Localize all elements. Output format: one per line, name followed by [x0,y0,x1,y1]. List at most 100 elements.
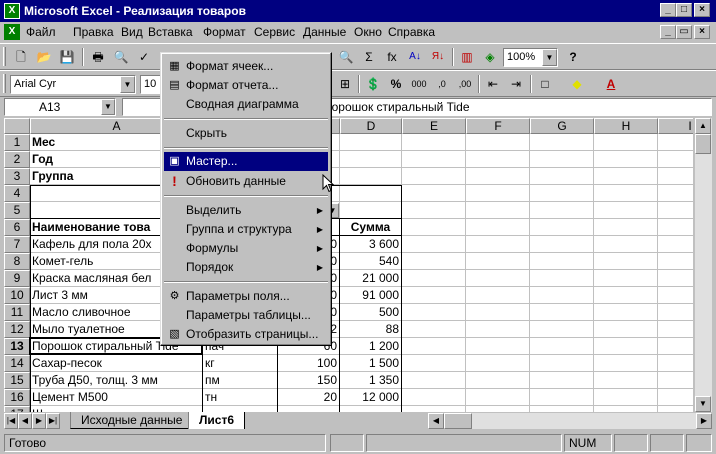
row-header-7[interactable]: 7 [4,236,30,253]
fill-color-icon[interactable]: ◆ [566,74,588,94]
menu-item-formulas[interactable]: Формулы ▶ [164,239,328,258]
chevron-down-icon[interactable]: ▼ [542,49,557,66]
hscroll-thumb[interactable] [444,413,472,429]
menu-item-pivot-chart[interactable]: Сводная диаграмма [164,95,328,114]
scroll-down-button[interactable]: ▼ [695,396,711,412]
menu-item-order[interactable]: Порядок ▶ [164,258,328,277]
row-header-13[interactable]: 13 [4,338,30,355]
sum-icon[interactable]: Σ [358,47,380,67]
scroll-right-button[interactable]: ▶ [696,413,712,429]
minimize-button[interactable]: _ [660,3,676,17]
menu-help[interactable]: Справка [388,25,435,39]
menu-item-group-outline[interactable]: Группа и структура ▶ [164,220,328,239]
menu-edit[interactable]: Правка [73,25,114,39]
vertical-scrollbar[interactable]: ▲ ▼ [695,118,712,412]
horizontal-scrollbar[interactable]: ◀ ▶ [428,413,712,429]
row-header-10[interactable]: 10 [4,287,30,304]
row-header-6[interactable]: 6 [4,219,30,236]
sheet-tab-list6[interactable]: Лист6 [188,412,246,429]
borders-icon[interactable]: □ [534,74,556,94]
prev-sheet-button[interactable]: ◀ [18,413,32,429]
maximize-button[interactable]: □ [676,3,692,17]
menu-item-refresh-data[interactable]: ! Обновить данные [164,172,328,191]
next-sheet-button[interactable]: ▶ [32,413,46,429]
spell-icon[interactable]: ✓ [133,47,155,67]
column-header-i[interactable]: I [658,118,693,134]
first-sheet-button[interactable]: |◀ [4,413,18,429]
column-header-g[interactable]: G [530,118,594,134]
currency-icon[interactable]: 💲 [362,74,384,94]
new-icon[interactable]: 🗋 [10,47,32,67]
decrease-decimal-icon[interactable]: ,00 [454,74,476,94]
font-combo[interactable]: Arial Cyr ▼ [10,75,136,94]
menu-file[interactable]: Файл [26,25,56,39]
row-header-1[interactable]: 1 [4,134,30,151]
workbook-icon[interactable]: X [4,24,20,40]
font-size-combo[interactable]: 10 [140,75,162,94]
close-button[interactable]: × [694,3,710,17]
row-header-8[interactable]: 8 [4,253,30,270]
chart-icon[interactable]: ▥ [456,47,478,67]
function-icon[interactable]: fx [381,47,403,67]
zoom-combo[interactable]: 100% ▼ [503,48,558,67]
row-header-5[interactable]: 5 [4,202,30,219]
doc-minimize-button[interactable]: _ [660,25,676,39]
thousands-icon[interactable]: 000 [408,74,430,94]
column-header-d[interactable]: D [340,118,402,134]
menu-insert[interactable]: Вставка [148,25,193,39]
menu-tools[interactable]: Сервис [254,25,295,39]
menu-item-table-options[interactable]: Параметры таблицы... [164,306,328,325]
sort-desc-icon[interactable]: Я↓ [427,47,449,67]
hyperlink-icon[interactable]: 🔍 [335,47,357,67]
column-header-h[interactable]: H [594,118,658,134]
row-header-9[interactable]: 9 [4,270,30,287]
sort-asc-icon[interactable]: A↓ [404,47,426,67]
help-icon[interactable]: ? [562,47,584,67]
menu-item-format-report[interactable]: ▤ Формат отчета... [164,76,328,95]
column-header-e[interactable]: E [402,118,466,134]
row-header-4[interactable]: 4 [4,185,30,202]
sheet-tab-source-data[interactable]: Исходные данные [70,412,194,429]
menu-data[interactable]: Данные [303,25,346,39]
menu-format[interactable]: Формат [203,25,246,39]
row-header-15[interactable]: 15 [4,372,30,389]
increase-decimal-icon[interactable]: ,0 [431,74,453,94]
menu-item-field-settings[interactable]: ⚙ Параметры поля... [164,287,328,306]
menu-item-wizard[interactable]: ▣ Мастер... [164,152,328,171]
doc-close-button[interactable]: × [694,25,710,39]
print-icon[interactable]: 🖶 [87,47,109,67]
menu-item-hide[interactable]: Скрыть [164,124,328,143]
toolbar-grip[interactable] [3,47,6,66]
row-header-2[interactable]: 2 [4,151,30,168]
font-color-icon[interactable]: A [600,74,622,94]
menu-item-format-cells[interactable]: ▦ Формат ячеек... [164,57,328,76]
save-icon[interactable]: 💾 [56,47,78,67]
scroll-thumb[interactable] [695,134,711,154]
last-sheet-button[interactable]: ▶| [46,413,60,429]
scroll-up-button[interactable]: ▲ [695,118,711,134]
menu-view[interactable]: Вид [121,25,143,39]
menu-item-show-pages[interactable]: ▧ Отобразить страницы... [164,325,328,344]
menu-item-select[interactable]: Выделить ▶ [164,201,328,220]
name-box[interactable]: A13 ▼ [4,98,116,116]
row-header-14[interactable]: 14 [4,355,30,372]
decrease-indent-icon[interactable]: ⇤ [482,74,504,94]
open-icon[interactable]: 📂 [33,47,55,67]
merge-center-icon[interactable]: ⊞ [334,74,356,94]
chevron-down-icon[interactable]: ▼ [120,76,135,93]
row-header-12[interactable]: 12 [4,321,30,338]
row-header-11[interactable]: 11 [4,304,30,321]
preview-icon[interactable]: 🔍 [110,47,132,67]
doc-restore-button[interactable]: ▭ [676,25,692,39]
map-icon[interactable]: ◈ [479,47,501,67]
row-header-16[interactable]: 16 [4,389,30,406]
chevron-down-icon[interactable]: ▼ [101,99,115,115]
row-header-3[interactable]: 3 [4,168,30,185]
increase-indent-icon[interactable]: ⇥ [505,74,527,94]
menu-window[interactable]: Окно [354,25,382,39]
worksheet-grid[interactable]: A B C D E F G H I 1234567891011121314151… [4,118,693,412]
toolbar-grip[interactable] [3,74,6,93]
percent-icon[interactable]: % [385,74,407,94]
scroll-left-button[interactable]: ◀ [428,413,444,429]
column-header-f[interactable]: F [466,118,530,134]
